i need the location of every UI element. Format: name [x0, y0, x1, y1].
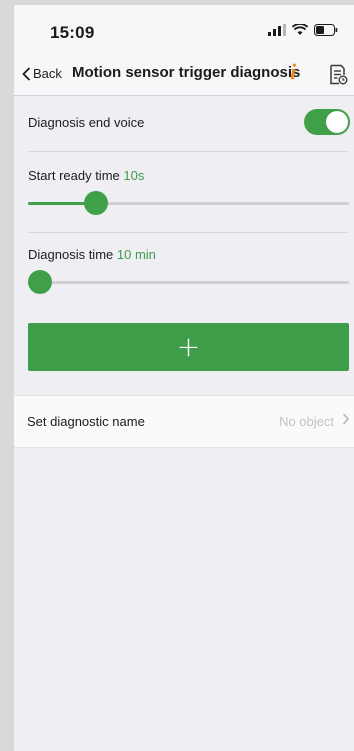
status-bar: 15:09: [14, 5, 354, 55]
diag-time-row: Diagnosis time 10 min: [28, 247, 348, 262]
back-button[interactable]: Back: [22, 66, 62, 81]
end-voice-label: Diagnosis end voice: [28, 115, 145, 130]
battery-icon: [314, 24, 338, 36]
chevron-left-icon: [22, 66, 31, 81]
end-voice-toggle[interactable]: [304, 109, 350, 135]
divider: [28, 151, 348, 152]
diag-time-slider[interactable]: [28, 270, 349, 294]
start-ready-label: Start ready time: [28, 168, 120, 183]
add-button[interactable]: +: [28, 323, 349, 371]
phone-screen: 15:09 Back Motion sensor trigger diagnos…: [14, 5, 354, 751]
divider: [28, 232, 348, 233]
info-icon[interactable]: i: [290, 59, 296, 85]
wifi-icon: [292, 24, 308, 35]
diagnostic-name-value: No object: [279, 414, 334, 429]
start-ready-slider[interactable]: [28, 191, 349, 215]
start-ready-value: 10s: [123, 168, 145, 183]
slider-track: [28, 281, 349, 284]
status-time: 15:09: [50, 23, 95, 42]
chevron-right-icon: [342, 413, 350, 425]
navigation-bar: Back Motion sensor trigger diagnosis i: [14, 55, 354, 96]
slider-thumb[interactable]: [84, 191, 109, 215]
back-label: Back: [33, 66, 62, 81]
start-ready-row: Start ready time 10s: [28, 168, 348, 183]
diag-time-label: Diagnosis time: [28, 247, 114, 262]
document-list-icon[interactable]: [328, 64, 348, 85]
toggle-knob: [326, 111, 348, 133]
status-icons: [268, 24, 338, 36]
plus-icon: +: [176, 330, 201, 363]
signal-icon: [268, 24, 286, 36]
set-diagnostic-name-row[interactable]: Set diagnostic name No object: [14, 395, 354, 448]
diagnostic-name-label: Set diagnostic name: [27, 414, 145, 429]
diag-time-value: 10 min: [116, 247, 156, 262]
page-title: Motion sensor trigger diagnosis: [72, 64, 301, 81]
slider-thumb[interactable]: [28, 270, 52, 294]
